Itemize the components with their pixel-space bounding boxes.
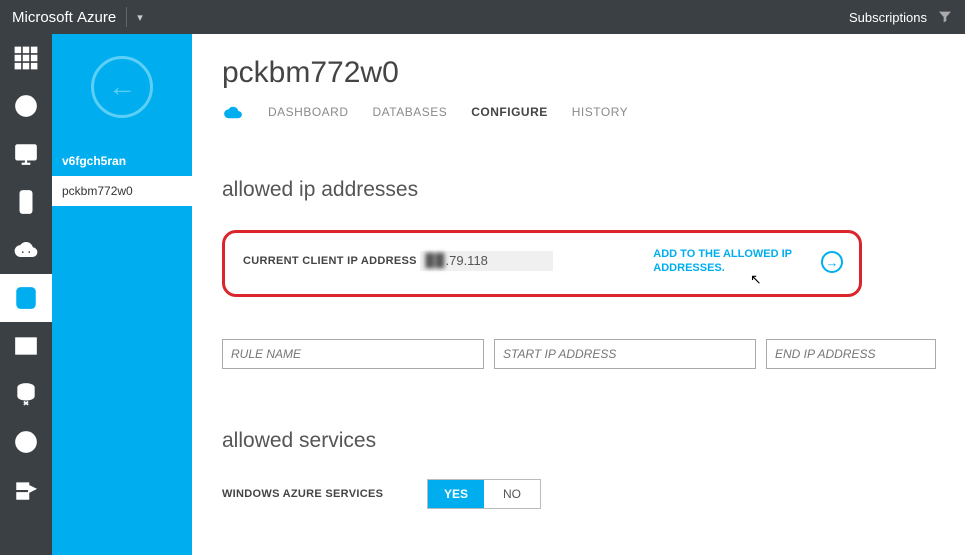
rail-table[interactable] [0, 322, 52, 370]
cloud-icon [222, 104, 244, 120]
toggle-no[interactable]: NO [484, 480, 540, 508]
svg-text:DB: DB [19, 294, 33, 305]
rail-vm[interactable] [0, 130, 52, 178]
rail-hdinsight[interactable] [0, 370, 52, 418]
end-ip-input[interactable] [766, 339, 936, 369]
rail-media[interactable] [0, 418, 52, 466]
cursor-icon: ↖ [750, 271, 762, 288]
client-ip-label: CURRENT CLIENT IP ADDRESS [243, 255, 420, 267]
rail-servicebus[interactable] [0, 466, 52, 514]
add-ip-link[interactable]: ADD TO THE ALLOWED IP ADDRESSES. [653, 247, 841, 276]
azure-services-toggle: YES NO [427, 479, 541, 509]
client-ip-value: ▉▉.79.118 [420, 251, 554, 271]
azure-services-label: WINDOWS AZURE SERVICES [222, 488, 427, 500]
tab-configure[interactable]: CONFIGURE [471, 105, 548, 119]
context-item-db[interactable]: pckbm772w0 [52, 176, 192, 206]
tabs: DASHBOARD DATABASES CONFIGURE HISTORY [222, 104, 965, 120]
chevron-down-icon[interactable]: ▾ [137, 11, 143, 24]
firewall-rule-row [222, 339, 965, 369]
rail-db[interactable]: DB [0, 274, 52, 322]
tab-databases[interactable]: DATABASES [373, 105, 448, 119]
tab-dashboard[interactable]: DASHBOARD [268, 105, 349, 119]
section-allowed-services: allowed services [222, 429, 965, 453]
rail-all-items[interactable] [0, 34, 52, 82]
brand: Microsoft Azure [12, 9, 116, 26]
context-item-server[interactable]: v6fgch5ran [52, 146, 192, 176]
subscriptions-link[interactable]: Subscriptions [849, 10, 927, 25]
divider [126, 7, 127, 27]
arrow-left-icon: ← [108, 71, 136, 103]
main-content: pckbm772w0 DASHBOARD DATABASES CONFIGURE… [192, 34, 965, 555]
context-column: ← v6fgch5ran pckbm772w0 [52, 34, 192, 555]
start-ip-input[interactable] [494, 339, 756, 369]
icon-rail: DB [0, 34, 52, 555]
rail-cloud[interactable] [0, 226, 52, 274]
filter-icon[interactable] [937, 9, 953, 25]
top-bar: Microsoft Azure ▾ Subscriptions [0, 0, 965, 34]
rail-web[interactable] [0, 82, 52, 130]
rule-name-input[interactable] [222, 339, 484, 369]
page-title: pckbm772w0 [222, 56, 965, 90]
rail-mobile[interactable] [0, 178, 52, 226]
arrow-right-circle-icon[interactable]: → [821, 251, 843, 273]
back-button[interactable]: ← [91, 56, 153, 118]
azure-services-row: WINDOWS AZURE SERVICES YES NO [222, 479, 965, 509]
section-allowed-ip: allowed ip addresses [222, 178, 965, 202]
toggle-yes[interactable]: YES [428, 480, 484, 508]
tab-history[interactable]: HISTORY [572, 105, 628, 119]
client-ip-box: CURRENT CLIENT IP ADDRESS ▉▉.79.118 ADD … [222, 230, 862, 297]
